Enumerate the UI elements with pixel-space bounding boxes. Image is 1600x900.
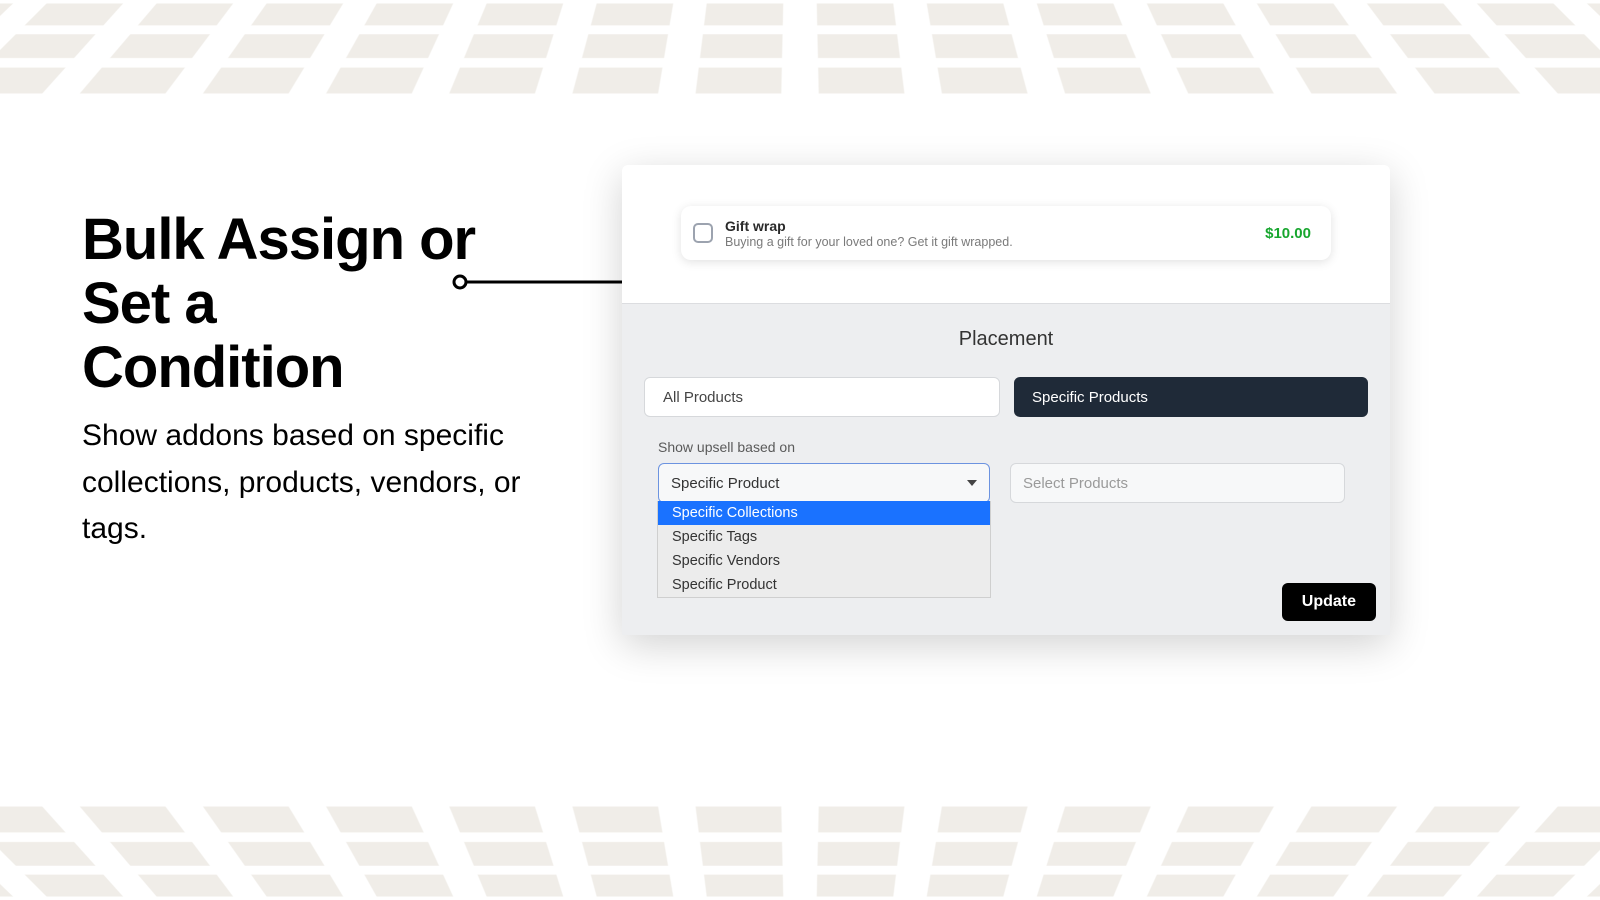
addon-text-block: Gift wrap Buying a gift for your loved o… xyxy=(725,218,1265,249)
tab-label: All Products xyxy=(663,389,743,406)
select-value: Specific Product xyxy=(671,475,779,492)
select-products-input[interactable]: Select Products xyxy=(1010,463,1345,503)
placement-tabs: All Products Specific Products xyxy=(644,377,1368,417)
settings-panel: Gift wrap Buying a gift for your loved o… xyxy=(622,165,1390,635)
addon-title: Gift wrap xyxy=(725,218,1265,234)
headline-line-2: Condition xyxy=(82,335,344,400)
button-label: Update xyxy=(1302,593,1356,610)
dropdown-option-tags[interactable]: Specific Tags xyxy=(658,525,990,549)
marketing-copy: Bulk Assign or Set a Condition Show addo… xyxy=(82,208,562,553)
input-placeholder: Select Products xyxy=(1023,475,1128,492)
addon-price: $10.00 xyxy=(1265,225,1311,242)
dropdown-option-vendors[interactable]: Specific Vendors xyxy=(658,549,990,573)
tab-specific-products[interactable]: Specific Products xyxy=(1014,377,1368,417)
headline-line-1: Bulk Assign or Set a xyxy=(82,207,475,336)
option-label: Specific Vendors xyxy=(672,553,780,569)
tab-label: Specific Products xyxy=(1032,389,1148,406)
upsell-basis-label: Show upsell based on xyxy=(658,439,1390,455)
subheadline: Show addons based on specific collection… xyxy=(82,413,562,553)
addon-checkbox[interactable] xyxy=(693,223,713,243)
upsell-basis-select-group: Specific Product Specific Collections Sp… xyxy=(658,463,990,503)
upsell-basis-select[interactable]: Specific Product xyxy=(658,463,990,503)
headline: Bulk Assign or Set a Condition xyxy=(82,208,562,399)
update-button[interactable]: Update xyxy=(1282,583,1376,621)
placement-form-row: Specific Product Specific Collections Sp… xyxy=(658,463,1368,503)
option-label: Specific Tags xyxy=(672,529,757,545)
dropdown-option-product[interactable]: Specific Product xyxy=(658,573,990,597)
addon-preview-card: Gift wrap Buying a gift for your loved o… xyxy=(681,206,1331,260)
option-label: Specific Product xyxy=(672,577,777,593)
upsell-basis-dropdown: Specific Collections Specific Tags Speci… xyxy=(657,501,991,598)
placement-section: Placement All Products Specific Products… xyxy=(622,303,1390,635)
option-label: Specific Collections xyxy=(672,505,798,521)
placement-section-title: Placement xyxy=(622,328,1390,351)
addon-description: Buying a gift for your loved one? Get it… xyxy=(725,235,1265,249)
chevron-down-icon xyxy=(967,480,977,486)
tab-all-products[interactable]: All Products xyxy=(644,377,1000,417)
dropdown-option-collections[interactable]: Specific Collections xyxy=(658,501,990,525)
